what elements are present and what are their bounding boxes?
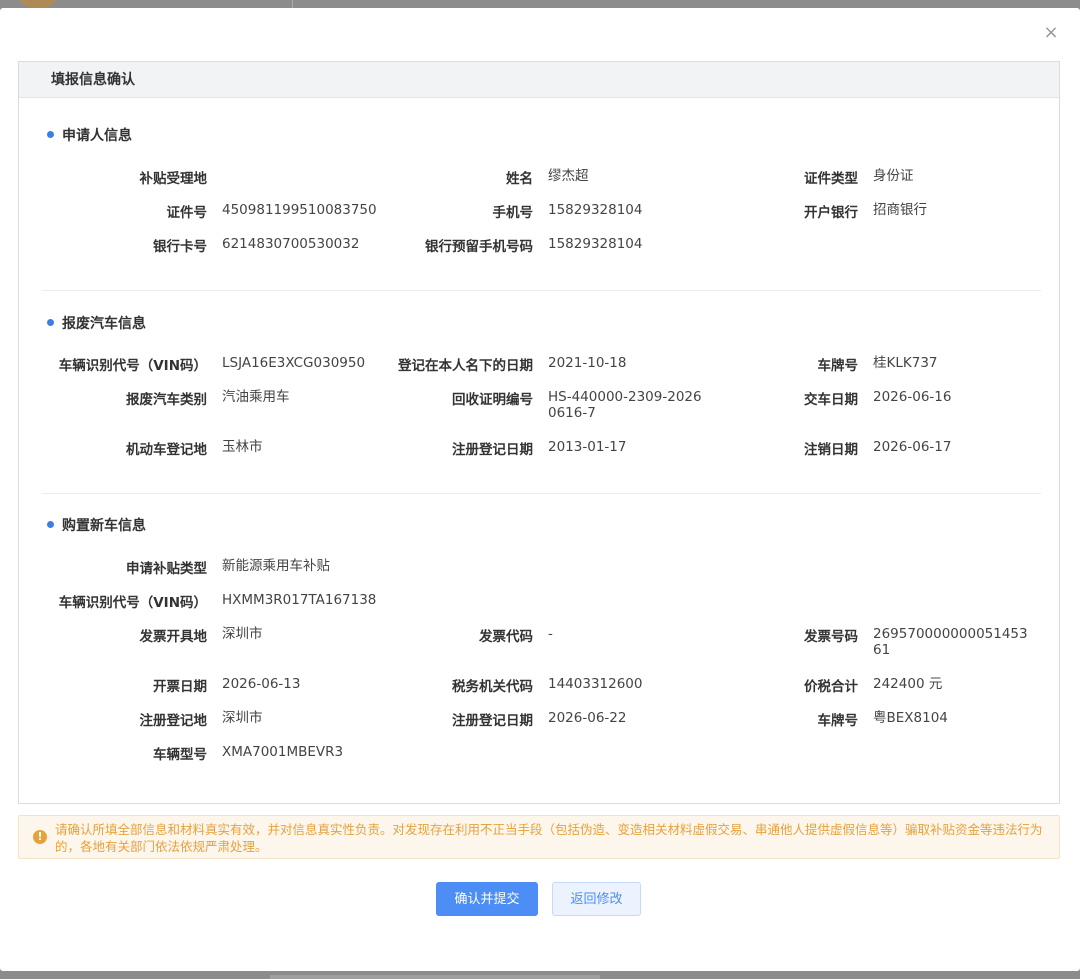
field-label-scrap-plate: 车牌号 [817, 358, 859, 374]
field-label-new-plate: 车牌号 [817, 713, 859, 729]
background-avatar [20, 0, 56, 8]
field-value-bank: 招商银行 [873, 202, 927, 218]
section-divider [41, 290, 1041, 291]
field-label-handover-date: 交车日期 [804, 392, 858, 408]
applicant-section-title: 申请人信息 [47, 126, 132, 146]
field-value-invoice-number: 26957000000005145361 [873, 626, 1028, 658]
back-edit-button[interactable]: 返回修改 [552, 882, 641, 916]
field-label-bank: 开户银行 [804, 205, 858, 221]
close-icon[interactable]: × [1040, 22, 1062, 44]
warning-notice-text: 请确认所填全部信息和材料真实有效，并对信息真实性负责。对发现存在利用不正当手段（… [55, 822, 1043, 854]
warning-notice: ! 请确认所填全部信息和材料真实有效，并对信息真实性负责。对发现存在利用不正当手… [18, 815, 1060, 859]
panel-title: 填报信息确认 [19, 62, 1059, 98]
field-value-subsidy-type: 新能源乘用车补贴 [222, 558, 330, 574]
field-value-scrap-plate: 桂KLK737 [873, 355, 938, 371]
bullet-dot-icon [47, 521, 54, 528]
field-value-total-price: 242400 元 [873, 676, 943, 692]
confirm-dialog: × 填报信息确认 申请人信息 补贴受理地 姓名 缪杰超 证件类型 身份证 证件号… [0, 8, 1080, 971]
field-value-handover-date: 2026-06-16 [873, 389, 952, 405]
field-label-new-vin: 车辆识别代号（VIN码） [58, 595, 207, 611]
section-divider [41, 493, 1041, 494]
field-label-total-price: 价税合计 [804, 679, 858, 695]
bullet-dot-icon [47, 131, 54, 138]
background-divider [292, 0, 293, 8]
field-value-new-vin: HXMM3R017TA167138 [222, 592, 377, 608]
warning-icon: ! [33, 830, 47, 844]
field-label-vehicle-model: 车辆型号 [153, 747, 207, 763]
field-value-cancel-date: 2026-06-17 [873, 439, 952, 455]
background-text-blur [270, 971, 600, 979]
field-value-id-type: 身份证 [873, 168, 914, 184]
new-vehicle-section-title: 购置新车信息 [47, 516, 146, 536]
field-value-vehicle-model: XMA7001MBEVR3 [222, 744, 344, 760]
scrap-vehicle-section-title: 报废汽车信息 [47, 314, 146, 334]
field-value-bank-phone: 15829328104 [548, 236, 643, 252]
field-label-cancel-date: 注销日期 [804, 442, 858, 458]
field-label-bank-phone: 银行预留手机号码 [425, 239, 533, 255]
confirm-submit-button[interactable]: 确认并提交 [436, 882, 538, 916]
info-confirm-panel: 填报信息确认 申请人信息 补贴受理地 姓名 缪杰超 证件类型 身份证 证件号 4… [18, 61, 1060, 804]
field-label-subsidy-type: 申请补贴类型 [126, 561, 207, 577]
field-label-id-type: 证件类型 [804, 171, 858, 187]
field-value-new-plate: 粤BEX8104 [873, 710, 948, 726]
bullet-dot-icon [47, 319, 54, 326]
field-label-invoice-number: 发票号码 [804, 629, 858, 645]
